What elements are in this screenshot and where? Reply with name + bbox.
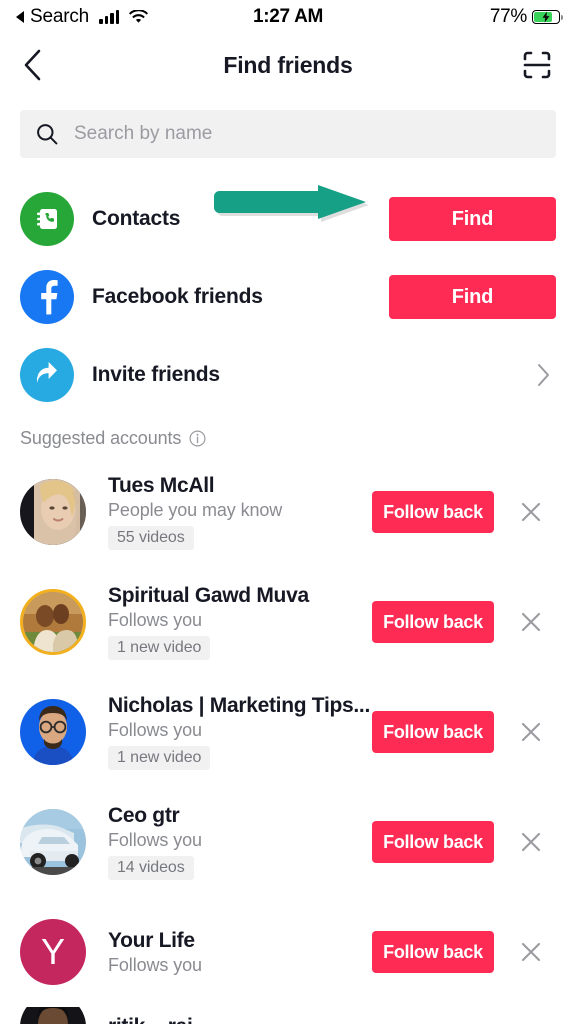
account-name: Ceo gtr bbox=[108, 804, 180, 827]
facebook-icon bbox=[20, 270, 74, 324]
avatar[interactable] bbox=[20, 1007, 86, 1024]
avatar[interactable] bbox=[20, 589, 86, 655]
row-facebook-friends[interactable]: Facebook friends Find bbox=[20, 258, 556, 336]
find-friends-screen: Search 1:27 AM 77% Find friends Search b… bbox=[0, 0, 576, 1024]
account-video-badge: 1 new video bbox=[108, 636, 211, 660]
battery-charging-icon bbox=[532, 10, 564, 24]
row-label: Invite friends bbox=[92, 363, 220, 386]
row-label: Facebook friends bbox=[92, 285, 263, 308]
suggested-accounts-list: Tues McAll People you may know 55 videos… bbox=[0, 451, 576, 1024]
row-invite-friends[interactable]: Invite friends bbox=[20, 336, 556, 414]
avatar[interactable]: Y bbox=[20, 919, 86, 985]
account-name: Spiritual Gawd Muva bbox=[108, 584, 309, 607]
account-video-badge: 55 videos bbox=[108, 526, 194, 550]
avatar[interactable] bbox=[20, 809, 86, 875]
avatar[interactable] bbox=[20, 479, 86, 545]
suggested-accounts-title: Suggested accounts bbox=[20, 428, 182, 448]
account-video-badge: 1 new video bbox=[108, 746, 211, 770]
follow-back-button[interactable]: Follow back bbox=[372, 711, 494, 753]
list-item[interactable]: Nicholas | Marketing Tips... Follows you… bbox=[20, 677, 556, 787]
dismiss-button[interactable] bbox=[518, 499, 544, 525]
search-bar[interactable] bbox=[20, 110, 556, 158]
list-item[interactable]: ritik__raj bbox=[20, 1007, 556, 1024]
row-contacts[interactable]: Contacts Find bbox=[20, 180, 556, 258]
list-item[interactable]: Y Your Life Follows you Follow back bbox=[20, 897, 556, 1007]
search-section bbox=[0, 96, 576, 158]
chevron-right-icon bbox=[538, 364, 549, 386]
close-icon bbox=[521, 502, 541, 522]
row-label: Contacts bbox=[92, 207, 181, 230]
account-video-badge: 14 videos bbox=[108, 856, 194, 880]
suggested-accounts-header: Suggested accounts bbox=[0, 414, 576, 451]
invite-friends-chevron[interactable] bbox=[532, 363, 556, 387]
close-icon bbox=[521, 942, 541, 962]
follow-back-button[interactable]: Follow back bbox=[372, 491, 494, 533]
account-name: Nicholas | Marketing Tips... bbox=[108, 694, 370, 717]
close-icon bbox=[521, 612, 541, 632]
dismiss-button[interactable] bbox=[518, 719, 544, 745]
navigation-bar: Find friends bbox=[0, 34, 576, 96]
contacts-icon bbox=[20, 192, 74, 246]
page-title: Find friends bbox=[223, 51, 353, 78]
facebook-find-button[interactable]: Find bbox=[389, 275, 556, 319]
contacts-find-button[interactable]: Find bbox=[389, 197, 556, 241]
status-time: 1:27 AM bbox=[252, 6, 324, 27]
friend-source-rows: Contacts Find Facebook friends Find Invi… bbox=[0, 158, 576, 414]
follow-back-button[interactable]: Follow back bbox=[372, 601, 494, 643]
share-arrow-icon bbox=[20, 348, 74, 402]
status-bar: Search 1:27 AM 77% bbox=[0, 0, 576, 34]
follow-back-button[interactable]: Follow back bbox=[372, 821, 494, 863]
search-icon bbox=[37, 124, 58, 145]
account-name: ritik__raj bbox=[108, 1015, 398, 1024]
list-item[interactable]: Spiritual Gawd Muva Follows you 1 new vi… bbox=[20, 567, 556, 677]
search-input[interactable] bbox=[74, 123, 540, 145]
dismiss-button[interactable] bbox=[518, 939, 544, 965]
dismiss-button[interactable] bbox=[518, 829, 544, 855]
account-info: ritik__raj bbox=[108, 1015, 556, 1024]
close-icon bbox=[521, 832, 541, 852]
account-name: Your Life bbox=[108, 928, 195, 952]
follow-back-button[interactable]: Follow back bbox=[372, 931, 494, 973]
list-item[interactable]: Tues McAll People you may know 55 videos… bbox=[20, 457, 556, 567]
close-icon bbox=[521, 722, 541, 742]
list-item[interactable]: Ceo gtr Follows you 14 videos Follow bac… bbox=[20, 787, 556, 897]
qr-scan-icon bbox=[523, 51, 551, 79]
account-name: Tues McAll bbox=[108, 474, 215, 497]
qr-scan-button[interactable] bbox=[520, 48, 554, 82]
avatar[interactable] bbox=[20, 699, 86, 765]
dismiss-button[interactable] bbox=[518, 609, 544, 635]
avatar-initial: Y bbox=[40, 931, 65, 972]
info-circle-icon[interactable] bbox=[189, 430, 206, 447]
